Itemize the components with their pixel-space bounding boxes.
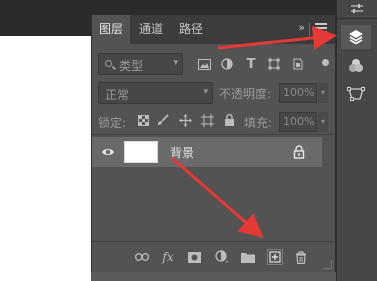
layer-lock-icon[interactable] — [292, 145, 306, 159]
adjustment-filter-icon[interactable] — [219, 56, 235, 72]
dock-divider — [336, 18, 377, 19]
fill-input[interactable]: 100% — [279, 112, 317, 132]
panel-tabbar: 图层 通道 路径 » — [92, 15, 335, 44]
collapse-panel-icon[interactable]: » — [298, 21, 305, 34]
panel-menu-icon[interactable] — [315, 23, 327, 33]
lock-artboard-icon[interactable] — [200, 113, 214, 127]
sliders-icon[interactable] — [337, 0, 377, 16]
canvas-bottom-strip — [91, 272, 336, 281]
adjustment-layer-icon[interactable] — [214, 249, 230, 265]
visibility-eye-icon[interactable] — [101, 146, 115, 158]
opacity-chevron-icon[interactable]: ▾ — [318, 83, 328, 103]
fill-chevron-icon[interactable]: ▾ — [318, 112, 328, 132]
filter-kind-label: 类型 — [119, 59, 144, 73]
blend-mode-value: 正常 — [105, 88, 130, 102]
panel-resize-handle[interactable] — [323, 260, 332, 269]
lock-position-icon[interactable] — [178, 113, 192, 127]
layer-thumbnail — [124, 141, 158, 163]
fill-label: 填充: — [244, 116, 273, 130]
channels-panel-icon[interactable] — [341, 54, 371, 78]
filter-toggle-icon[interactable] — [322, 59, 329, 66]
lock-label: 锁定: — [98, 116, 127, 130]
chevron-down-icon: ▾ — [173, 58, 178, 68]
panel-divider — [92, 134, 335, 135]
link-layers-icon[interactable] — [134, 249, 150, 265]
layer-filter-select[interactable]: 类型 ▾ — [98, 53, 183, 75]
blend-mode-select[interactable]: 正常 ▾ — [98, 82, 213, 104]
lock-transparent-pixels-icon[interactable] — [136, 113, 150, 127]
add-mask-icon[interactable] — [186, 249, 202, 265]
document-canvas — [0, 36, 91, 281]
smart-object-filter-icon[interactable] — [290, 56, 306, 72]
fx-layer-style-icon[interactable]: fx — [160, 249, 176, 265]
layers-panel: 图层 通道 路径 » 类型 ▾ T 正常 ▾ 不透明度: 100% ▾ 锁定: — [91, 14, 336, 272]
new-layer-icon[interactable] — [267, 249, 283, 265]
layer-actions-bar: fx — [92, 241, 335, 272]
search-icon — [105, 60, 112, 67]
lock-all-icon[interactable] — [222, 113, 236, 127]
lock-image-pixels-icon[interactable] — [156, 113, 170, 127]
layer-name[interactable]: 背景 — [170, 144, 194, 161]
opacity-input[interactable]: 100% — [279, 83, 317, 103]
delete-layer-icon[interactable] — [293, 249, 309, 265]
layer-row[interactable]: 背景 — [92, 137, 322, 167]
tab-channels[interactable]: 通道 — [132, 15, 170, 44]
new-group-folder-icon[interactable] — [240, 249, 256, 265]
layers-panel-icon[interactable] — [341, 25, 371, 49]
chevron-down-icon: ▾ — [203, 87, 208, 97]
type-filter-icon[interactable]: T — [243, 56, 259, 72]
shape-filter-icon[interactable] — [266, 56, 282, 72]
tab-paths[interactable]: 路径 — [172, 15, 210, 44]
paths-panel-icon[interactable] — [341, 82, 371, 106]
tabbar-divider — [309, 23, 310, 36]
opacity-label: 不透明度: — [219, 87, 272, 101]
pixel-filter-icon[interactable] — [196, 56, 212, 72]
tab-layers[interactable]: 图层 — [92, 15, 131, 44]
